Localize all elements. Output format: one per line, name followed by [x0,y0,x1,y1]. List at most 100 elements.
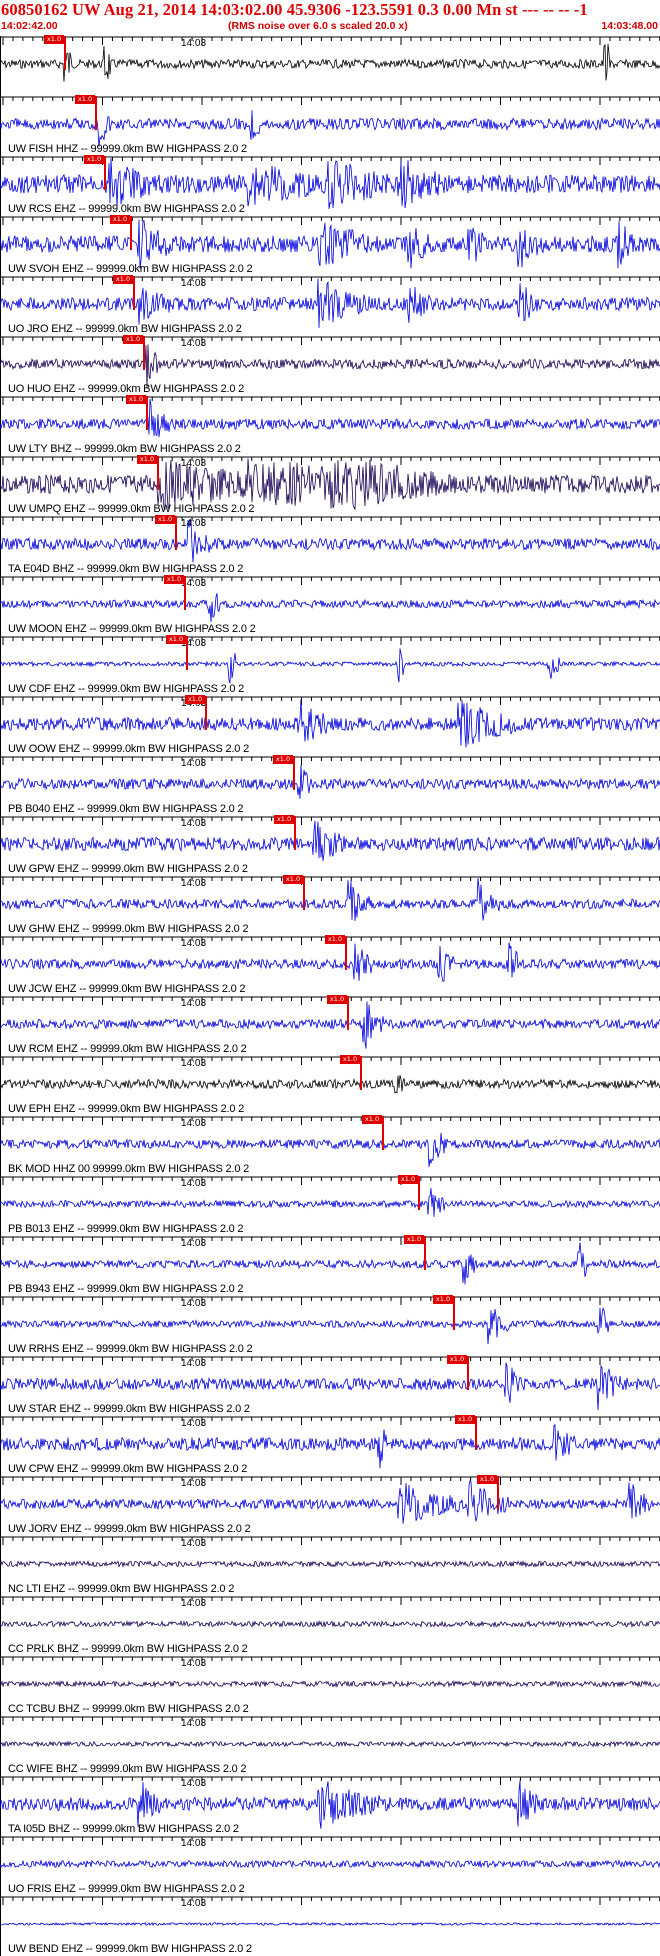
minute-label: 14:03 [181,1898,207,1909]
event-title: 60850162 UW Aug 21, 2014 14:03:02.00 45.… [1,0,588,19]
waveform-trace [0,344,660,388]
minute-label: 14:03 [181,1118,207,1129]
pick-tag: x1.0 [398,1175,418,1184]
pick-line [175,516,177,550]
pick-tag: x1.0 [84,155,104,164]
pick-tag: x1.0 [44,35,64,44]
station-label: UW SVOH EHZ -- 99999.0km BW HIGHPASS 2.0… [8,263,253,275]
trace-panel: UW RCS EHZ -- 99999.0km BW HIGHPASS 2.0 … [0,155,660,216]
trace-panel: 14:03 UW GHW EHZ -- 99999.0km BW HIGHPASS… [0,875,660,936]
waveform-trace [0,518,660,563]
waveform-trace [0,942,660,983]
waveform-trace [0,158,660,209]
minute-label: 14:03 [181,518,207,529]
trace-panel: 14:03 UO JRO EHZ -- 99999.0km BW HIGHPASS… [0,275,660,336]
trace-panel: 14:03 x1.0 [0,35,660,96]
trace-panel: 14:03 UW EPH EHZ -- 99999.0km BW HIGHPASS… [0,1055,660,1116]
pick-tag: x1.0 [185,695,205,704]
waveform-trace [0,110,660,147]
trace-panel: 14:03 PB B040 EHZ -- 99999.0km BW HIGHPAS… [0,755,660,816]
waveform-trace [0,398,660,438]
pick-line [345,936,347,970]
minute-label: 14:03 [181,38,207,49]
trace-panel: 14:03 UO HUO EHZ -- 99999.0km BW HIGHPASS… [0,335,660,396]
waveform-trace [0,1001,660,1049]
waveform-trace [0,1859,660,1869]
trace-panel: 14:03 PB B943 EHZ -- 99999.0km BW HIGHPAS… [0,1235,660,1296]
minute-label: 14:03 [181,1478,207,1489]
station-label: CC PRLK BHZ -- 99999.0km BW HIGHPASS 2.0… [8,1643,248,1655]
pick-line [360,1056,362,1090]
waveform-trace [0,878,660,922]
trace-panel: 14:03 UO FRIS EHZ -- 99999.0km BW HIGHPAS… [0,1836,660,1896]
minute-label: 14:03 [181,818,207,829]
minute-label: 14:03 [181,938,207,949]
pick-line [205,696,207,730]
pick-tag: x1.0 [283,875,303,884]
pick-line [146,396,148,430]
trace-panel: 14:03 UW JCW EHZ -- 99999.0km BW HIGHPASS… [0,935,660,996]
pick-tag: x1.0 [433,1295,453,1304]
waveform [0,36,660,96]
trace-panel: 14:03 NC LTI EHZ -- 99999.0km BW HIGHPASS… [0,1536,660,1596]
minute-label: 14:03 [181,1358,207,1369]
trace-panel: 14:03 UW STAR EHZ -- 99999.0km BW HIGHPAS… [0,1355,660,1416]
pick-tag: x1.0 [327,995,347,1004]
seismogram-stack: 14:03 x1.0 UW FISH HHZ -- 99999.0km BW HIG… [0,35,660,1956]
pick-tag: x1.0 [340,1055,360,1064]
waveform-trace [0,820,660,862]
pick-line [95,96,97,130]
trace-panel: 14:03 BK MOD HHZ 00 99999.0km BW HIGHPASS… [0,1115,660,1176]
pick-line [424,1236,426,1270]
station-label: PB B040 EHZ -- 99999.0km BW HIGHPASS 2.0… [8,803,244,815]
pick-line [130,216,132,250]
minute-label: 14:03 [181,338,207,349]
trace-panel: 14:03 CC TCBU BHZ -- 99999.0km BW HIGHPAS… [0,1656,660,1716]
pick-tag: x1.0 [126,395,146,404]
station-label: TA I05D BHZ -- 99999.0km BW HIGHPASS 2.0… [8,1823,239,1835]
pick-tag: x1.0 [164,575,184,584]
waveform-trace [0,1424,660,1469]
pick-tag: x1.0 [75,95,95,104]
pick-line [64,36,66,70]
pick-tag: x1.0 [404,1235,424,1244]
minute-label: 14:03 [181,1538,207,1549]
station-label: UW CDF EHZ -- 99999.0km BW HIGHPASS 2.0 … [8,683,245,695]
pick-line [186,636,188,670]
rms-note: (RMS noise over 6.0 s scaled 20.0 x) [228,20,408,32]
waveform-trace [0,1188,660,1217]
pick-tag: x1.0 [166,635,186,644]
trace-panel: 14:03 UW BEND EHZ -- 99999.0km BW HIGHPAS… [0,1896,660,1956]
trace-panel: 14:03 UW GPW EHZ -- 99999.0km BW HIGHPASS… [0,815,660,876]
minute-label: 14:03 [181,998,207,1009]
pick-line [294,816,296,850]
station-label: UW BEND EHZ -- 99999.0km BW HIGHPASS 2.0… [8,1943,252,1955]
station-label: UW OOW EHZ -- 99999.0km BW HIGHPASS 2.0 … [8,743,249,755]
waveform-trace [0,1559,660,1569]
waveform-trace [0,43,660,82]
station-label: UW FISH HHZ -- 99999.0km BW HIGHPASS 2.0… [8,143,247,155]
waveform-trace [0,1242,660,1285]
minute-label: 14:03 [181,1598,207,1609]
trace-panel: UW LTY BHZ -- 99999.0km BW HIGHPASS 2.0 … [0,395,660,456]
trace-panel: UW SVOH EHZ -- 99999.0km BW HIGHPASS 2.0… [0,215,660,276]
waveform-trace [0,764,660,799]
station-label: UW MOON EHZ -- 99999.0km BW HIGHPASS 2.0… [8,623,256,635]
trace-panel: 14:03 PB B013 EHZ -- 99999.0km BW HIGHPAS… [0,1175,660,1236]
station-label: BK MOD HHZ 00 99999.0km BW HIGHPASS 2.0 … [8,1163,250,1175]
station-label: TA E04D BHZ -- 99999.0km BW HIGHPASS 2.0… [8,563,244,575]
station-label: UO HUO EHZ -- 99999.0km BW HIGHPASS 2.0 … [8,383,245,395]
pick-line [143,336,145,370]
minute-label: 14:03 [181,1178,207,1189]
minute-label: 14:03 [181,1238,207,1249]
pick-line [418,1176,420,1210]
trace-panel: UW FISH HHZ -- 99999.0km BW HIGHPASS 2.0… [0,95,660,156]
pick-line [303,876,305,910]
minute-label: 14:03 [181,458,207,469]
pick-line [453,1296,455,1330]
pick-tag: x1.0 [113,275,133,284]
minute-label: 14:03 [181,1778,207,1789]
pick-line [104,156,106,190]
pick-tag: x1.0 [155,515,175,524]
waveform-trace [0,458,660,511]
